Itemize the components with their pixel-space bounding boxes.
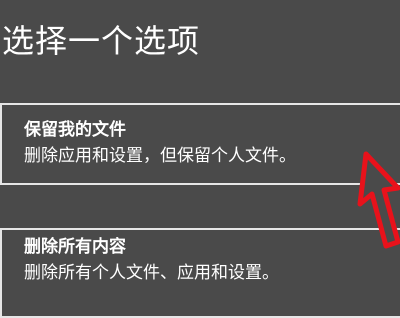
- remove-everything-option[interactable]: 删除所有内容 删除所有个人文件、应用和设置。: [0, 228, 400, 318]
- page-title: 选择一个选项: [2, 22, 201, 60]
- option-description: 删除应用和设置，但保留个人文件。: [24, 146, 296, 166]
- option-description: 删除所有个人文件、应用和设置。: [24, 263, 279, 283]
- keep-my-files-option[interactable]: 保留我的文件 删除应用和设置，但保留个人文件。: [0, 103, 400, 185]
- option-heading: 保留我的文件: [24, 120, 126, 140]
- option-heading: 删除所有内容: [24, 237, 126, 257]
